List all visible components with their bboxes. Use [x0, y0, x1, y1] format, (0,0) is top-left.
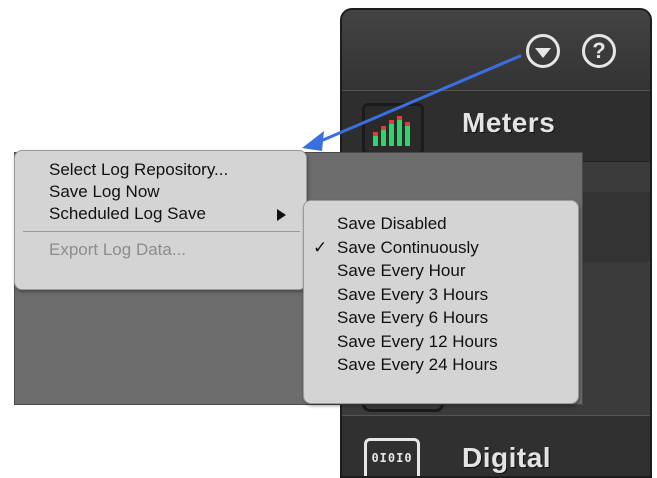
submenu-item-save-every-hour[interactable]: Save Every Hour — [304, 259, 578, 283]
meter-bar — [397, 116, 402, 146]
meter-bar — [389, 120, 394, 146]
nav-item-digital[interactable]: 0I0I0 Digital — [342, 415, 650, 476]
digital-io-icon: 0I0I0 — [364, 438, 420, 476]
menu-item-select-log-repository[interactable]: Select Log Repository... — [15, 159, 306, 181]
submenu-item-label: Save Every 3 Hours — [337, 284, 489, 304]
meters-icon — [362, 103, 424, 155]
submenu-item-save-every-3-hours[interactable]: Save Every 3 Hours — [304, 283, 578, 307]
dropdown-triangle-icon[interactable] — [526, 34, 560, 68]
log-context-menu: Select Log Repository... Save Log Now Sc… — [14, 150, 307, 290]
meter-bar — [405, 122, 410, 146]
submenu-item-label: Save Continuously — [337, 237, 479, 257]
meter-bar — [381, 126, 386, 146]
meter-bar — [373, 132, 378, 146]
submenu-item-save-every-24-hours[interactable]: Save Every 24 Hours — [304, 353, 578, 377]
menu-item-label: Export Log Data... — [49, 240, 187, 259]
menu-item-scheduled-log-save[interactable]: Scheduled Log Save — [15, 203, 306, 225]
checkmark-icon: ✓ — [313, 237, 328, 257]
scheduled-log-save-submenu: Save Disabled ✓ Save Continuously Save E… — [303, 200, 579, 404]
annotation-arrow-head — [302, 131, 324, 151]
menu-separator — [23, 231, 300, 232]
triangle-glyph — [535, 47, 551, 58]
menu-item-export-log-data: Export Log Data... — [15, 239, 306, 261]
submenu-item-save-disabled[interactable]: Save Disabled — [304, 212, 578, 236]
submenu-item-label: Save Every 6 Hours — [337, 308, 489, 327]
submenu-item-label: Save Every 12 Hours — [337, 331, 498, 351]
menu-item-label: Save Log Now — [49, 182, 160, 201]
menu-item-save-log-now[interactable]: Save Log Now — [15, 181, 306, 203]
nav-label-digital: Digital — [462, 442, 552, 473]
submenu-item-save-continuously[interactable]: ✓ Save Continuously — [304, 236, 578, 260]
nav-label-meters: Meters — [462, 107, 556, 138]
submenu-item-label: Save Disabled — [337, 214, 447, 233]
submenu-item-label: Save Every Hour — [337, 261, 466, 280]
menu-item-label: Scheduled Log Save — [49, 204, 206, 223]
submenu-item-save-every-6-hours[interactable]: Save Every 6 Hours — [304, 306, 578, 330]
submenu-item-label: Save Every 24 Hours — [337, 355, 498, 374]
menu-item-label: Select Log Repository... — [49, 160, 229, 179]
submenu-arrow-icon — [277, 209, 286, 221]
help-question-icon[interactable]: ? — [582, 34, 616, 68]
submenu-item-save-every-12-hours[interactable]: Save Every 12 Hours — [304, 330, 578, 354]
